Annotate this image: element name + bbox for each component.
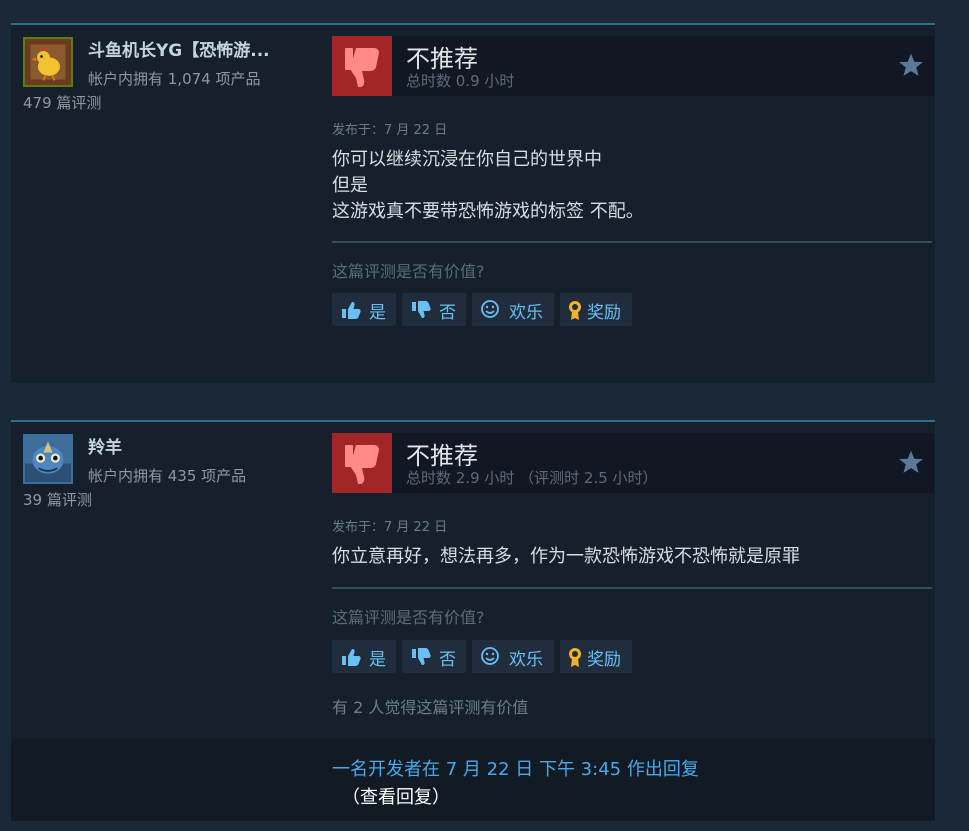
thumbs-down-small-icon (410, 646, 432, 668)
developer-reply: 一名开发者在 7 月 22 日 下午 3:45 作出回复 （查看回复） (11, 739, 935, 821)
posted-date: 发布于：7 月 22 日 (332, 123, 448, 138)
review-count[interactable]: 479 篇评测 (23, 92, 101, 113)
thumbs-up-icon (340, 646, 362, 668)
award-label: 奖励 (587, 303, 621, 323)
author-name[interactable]: 斗鱼机长YG【恐怖游... (88, 36, 298, 61)
vote-yes-label: 是 (369, 303, 386, 323)
vote-funny-button[interactable]: 欢乐 (472, 293, 554, 326)
helpful-question: 这篇评测是否有价值? (332, 608, 485, 627)
author-name[interactable]: 羚羊 (88, 433, 298, 458)
review-body: 你立意再好，想法再多，作为一款恐怖游戏不恐怖就是原罪 (332, 544, 932, 570)
vote-yes-label: 是 (369, 650, 386, 670)
award-button[interactable]: 奖励 (560, 293, 632, 326)
helpful-question: 这篇评测是否有价值? (332, 262, 485, 281)
review-count[interactable]: 39 篇评测 (23, 489, 92, 510)
thumbs-up-icon (340, 299, 362, 321)
rating-bar[interactable]: 不推荐 总时数 2.9 小时 （评测时 2.5 小时） (332, 433, 934, 493)
vote-yes-button[interactable]: 是 (332, 293, 396, 326)
vote-no-button[interactable]: 否 (402, 293, 466, 326)
vote-funny-label: 欢乐 (509, 650, 543, 670)
avatar[interactable] (23, 434, 73, 484)
playtime: 总时数 2.9 小时 （评测时 2.5 小时） (406, 469, 658, 487)
review-card: 斗鱼机长YG【恐怖游... 帐户内拥有 1,074 项产品 479 篇评测 不推… (11, 23, 935, 383)
found-helpful-count: 有 2 人觉得这篇评测有价值 (332, 698, 529, 717)
smile-icon (479, 645, 501, 667)
vote-yes-button[interactable]: 是 (332, 640, 396, 673)
smile-icon (479, 298, 501, 320)
products-owned[interactable]: 帐户内拥有 435 项产品 (88, 465, 246, 486)
playtime: 总时数 0.9 小时 (406, 72, 515, 90)
thumbs-down-icon (332, 36, 392, 96)
products-owned[interactable]: 帐户内拥有 1,074 项产品 (88, 68, 260, 89)
award-ribbon-icon (564, 299, 586, 321)
award-label: 奖励 (587, 650, 621, 670)
vote-no-button[interactable]: 否 (402, 640, 466, 673)
review-line: 你立意再好，想法再多，作为一款恐怖游戏不恐怖就是原罪 (332, 546, 800, 567)
award-button[interactable]: 奖励 (560, 640, 632, 673)
divider (332, 587, 932, 589)
posted-date: 发布于：7 月 22 日 (332, 520, 448, 535)
view-reply-link[interactable]: （查看回复） (342, 783, 450, 809)
thumbs-down-small-icon (410, 299, 432, 321)
vote-no-label: 否 (439, 650, 456, 670)
review-line: 这游戏真不要带恐怖游戏的标签 不配。 (332, 201, 644, 222)
rating-title: 不推荐 (406, 45, 478, 73)
chicken-avatar-icon (25, 39, 71, 85)
star-icon[interactable] (898, 52, 924, 78)
vote-no-label: 否 (439, 303, 456, 323)
thumbs-down-icon (332, 433, 392, 493)
rating-bar[interactable]: 不推荐 总时数 0.9 小时 (332, 36, 934, 96)
review-line: 你可以继续沉浸在你自己的世界中 (332, 149, 602, 170)
divider (332, 241, 932, 243)
star-icon[interactable] (898, 449, 924, 475)
rating-title: 不推荐 (406, 442, 478, 470)
developer-reply-link[interactable]: 一名开发者在 7 月 22 日 下午 3:45 作出回复 (332, 755, 699, 781)
review-line: 但是 (332, 175, 368, 196)
review-card: 羚羊 帐户内拥有 435 项产品 39 篇评测 不推荐 总时数 2.9 小时 （… (11, 420, 935, 739)
review-body: 你可以继续沉浸在你自己的世界中 但是 这游戏真不要带恐怖游戏的标签 不配。 (332, 147, 932, 225)
avatar[interactable] (23, 37, 73, 87)
award-ribbon-icon (564, 646, 586, 668)
monster-avatar-icon (25, 436, 71, 482)
vote-funny-label: 欢乐 (509, 303, 543, 323)
vote-funny-button[interactable]: 欢乐 (472, 640, 554, 673)
